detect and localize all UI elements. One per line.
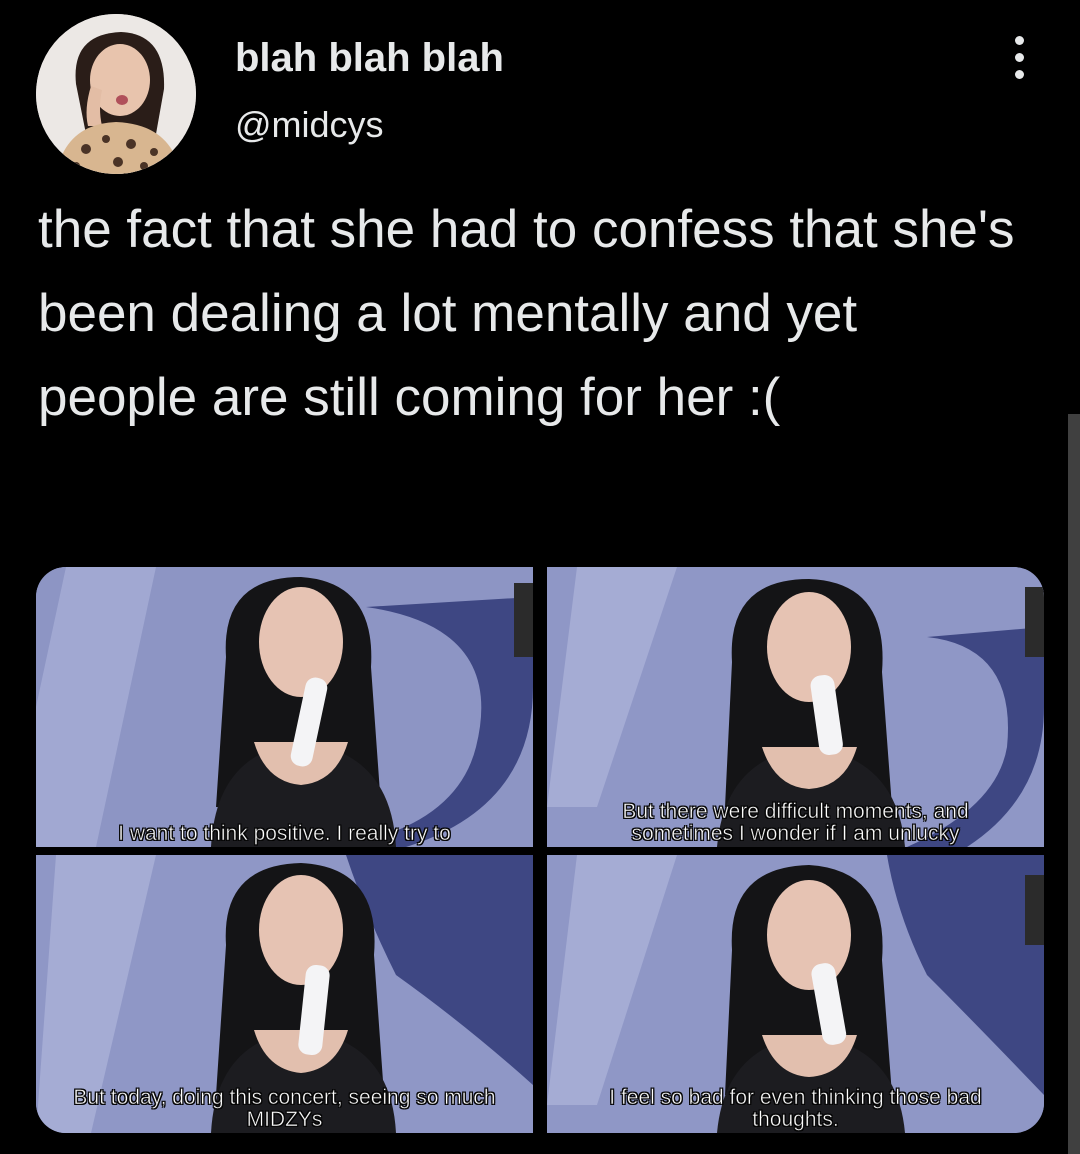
display-name[interactable]: blah blah blah [235,36,504,81]
media-image-2[interactable]: But there were difficult moments, and so… [547,567,1044,847]
tweet-text: the fact that she had to confess that sh… [38,200,1015,427]
media-image-3[interactable]: But today, doing this concert, seeing so… [36,855,533,1133]
subtitle-caption: I want to think positive. I really try t… [118,822,451,845]
more-options-icon[interactable] [1000,30,1040,86]
scrollbar[interactable] [1068,414,1080,1154]
avatar[interactable] [36,14,196,174]
subtitle-caption: But there were difficult moments, and so… [622,800,969,845]
media-image-4[interactable]: I feel so bad for even thinking those ba… [547,855,1044,1133]
subtitle-caption: I feel so bad for even thinking those ba… [609,1086,982,1131]
user-handle[interactable]: @midcys [235,104,384,146]
media-grid: I want to think positive. I really try t… [36,567,1044,1133]
media-image-1[interactable]: I want to think positive. I really try t… [36,567,533,847]
subtitle-caption: But today, doing this concert, seeing so… [73,1086,496,1131]
